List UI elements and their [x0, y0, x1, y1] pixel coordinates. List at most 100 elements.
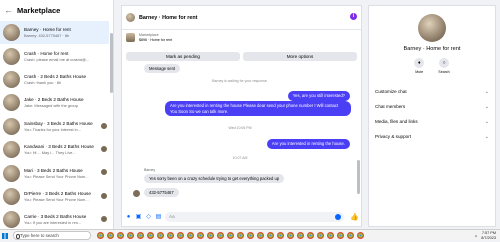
clock-time: 7:57 PM	[481, 231, 496, 235]
mic-icon[interactable]: ●	[125, 214, 132, 221]
chrome-icon[interactable]	[297, 232, 304, 239]
chrome-icon[interactable]	[187, 232, 194, 239]
emoji-icon[interactable]	[335, 214, 341, 220]
listing-thumbnail	[3, 117, 20, 135]
listing-summary[interactable]: Marketplace $896 · Home for rent	[122, 30, 361, 52]
message-composer: ● ▣ ◇ ▤ Aa 👍	[122, 208, 361, 226]
listing-price-title: $896 · Home for rent	[139, 38, 173, 42]
conversation-item[interactable]: Crash · 2 Beds 2 Baths House Crash: than…	[0, 68, 109, 91]
listing-thumbnail	[126, 33, 135, 42]
chrome-icon[interactable]	[197, 232, 204, 239]
windows-start-icon[interactable]	[0, 230, 10, 242]
conversation-item[interactable]: Barney · Home for rent Barney: 432-57754…	[0, 21, 109, 45]
conversation-item[interactable]: Mari · 3 Beds 2 Baths House You: Please …	[0, 161, 109, 184]
chat-header: Barney · Home for rent i	[122, 6, 361, 30]
chrome-icon[interactable]	[357, 232, 364, 239]
chat-title[interactable]: Barney · Home for rent	[139, 15, 197, 21]
chrome-icon[interactable]	[117, 232, 124, 239]
conversation-item[interactable]: Carrie · 3 Beds 2 Baths House You: If yo…	[0, 208, 109, 229]
conversation-item[interactable]: Sainsbay · 3 Beds 2 Baths House You: Tha…	[0, 115, 109, 138]
clock[interactable]: 7:57 PM 8/7/2023	[481, 231, 496, 240]
section-customize-chat[interactable]: Customize chat ⌄	[369, 84, 495, 99]
taskbar-search-input[interactable]: Type here to search	[13, 231, 91, 240]
section-privacy-support[interactable]: Privacy & support ⌄	[369, 129, 495, 144]
chevron-down-icon: ⌄	[484, 133, 489, 140]
conversation-item[interactable]: DrPierre · 3 Beds 2 Baths House You: Ple…	[0, 185, 109, 208]
conversation-title: Jake · 2 Beds 2 Baths House	[24, 97, 84, 103]
chrome-icon[interactable]	[347, 232, 354, 239]
mark-pending-button[interactable]: Mark as pending	[126, 52, 240, 61]
contact-name: Barney · Home for rent	[403, 46, 461, 52]
chrome-icon[interactable]	[157, 232, 164, 239]
seen-avatar	[101, 122, 107, 129]
taskbar-pinned-apps	[97, 232, 364, 239]
seen-avatar	[101, 216, 107, 223]
quick-actions: ♦ Mute ○ Search	[369, 58, 495, 74]
chrome-icon[interactable]	[207, 232, 214, 239]
sidebar-header: ← Marketplace	[0, 0, 113, 20]
chrome-icon[interactable]	[317, 232, 324, 239]
conversation-preview: You: Please Send Your Phone Num...	[24, 173, 89, 179]
seen-avatar	[101, 169, 107, 176]
gif-icon[interactable]: ▤	[155, 214, 162, 221]
chrome-icon[interactable]	[247, 232, 254, 239]
chrome-icon[interactable]	[107, 232, 114, 239]
speaker-icon[interactable]: ♫	[474, 234, 477, 238]
chrome-icon[interactable]	[137, 232, 144, 239]
thumbs-up-icon[interactable]: 👍	[350, 213, 359, 221]
chrome-icon[interactable]	[217, 232, 224, 239]
sidebar-scrollbar[interactable]	[110, 23, 113, 223]
chrome-icon[interactable]	[287, 232, 294, 239]
arrow-left-icon[interactable]: ←	[3, 5, 14, 16]
chrome-icon[interactable]	[267, 232, 274, 239]
message-bubble: Are you interested in renting the house …	[165, 101, 351, 117]
chrome-icon[interactable]	[177, 232, 184, 239]
conversation-preview: You: If you are interested in ren...	[24, 220, 82, 226]
section-chat-members[interactable]: Chat members ⌄	[369, 99, 495, 114]
message-bubble: Yes, are you still interested?	[287, 91, 350, 101]
seen-avatar	[101, 192, 107, 199]
conversation-item[interactable]: Kandwani · 3 Beds 2 Baths House You: Hi …	[0, 138, 109, 161]
timestamp: Wed 10:05 PM	[228, 126, 252, 130]
sticker-icon[interactable]: ◇	[145, 214, 152, 221]
listing-actions: Mark as pending More options	[122, 52, 361, 61]
info-icon[interactable]: i	[350, 13, 357, 20]
chevron-down-icon: ⌄	[484, 103, 489, 110]
avatar[interactable]	[126, 13, 135, 22]
chrome-icon[interactable]	[307, 232, 314, 239]
avatar[interactable]	[418, 14, 446, 42]
message-bubble: Are you interested in renting the house.	[266, 139, 350, 149]
search-label: Search	[438, 70, 450, 74]
chrome-icon[interactable]	[127, 232, 134, 239]
chat-scrollbar[interactable]	[357, 52, 360, 204]
listing-thumbnail	[3, 187, 20, 205]
message-thread: Message sent Barney is waiting for your …	[122, 64, 358, 207]
chrome-icon[interactable]	[167, 232, 174, 239]
conversation-item[interactable]: Jake · 2 Beds 2 Baths House Jake: Messag…	[0, 91, 109, 114]
search-button[interactable]: ○ Search	[438, 58, 450, 74]
chrome-icon[interactable]	[237, 232, 244, 239]
conversation-title: Barney · Home for rent	[24, 27, 71, 33]
conversation-list: Barney · Home for rent Barney: 432-57754…	[0, 21, 109, 229]
chrome-icon[interactable]	[257, 232, 264, 239]
chrome-icon[interactable]	[277, 232, 284, 239]
system-notice: Barney is waiting for your response.	[212, 79, 268, 83]
chrome-icon[interactable]	[227, 232, 234, 239]
conversation-title: Mari · 3 Beds 2 Baths House	[24, 167, 83, 173]
mute-button[interactable]: ♦ Mute	[414, 58, 425, 74]
sidebar-title: Marketplace	[17, 5, 61, 15]
more-options-button[interactable]: More options	[243, 52, 357, 61]
message-input[interactable]: Aa	[165, 212, 344, 222]
conversation-title: Crash · 2 Beds 2 Baths House	[24, 73, 87, 79]
image-icon[interactable]: ▣	[135, 214, 142, 221]
chat-panel: Barney · Home for rent i Marketplace $89…	[121, 5, 362, 227]
chrome-icon[interactable]	[337, 232, 344, 239]
mute-label: Mute	[415, 70, 424, 74]
listing-source: Marketplace	[139, 33, 159, 37]
chrome-icon[interactable]	[327, 232, 334, 239]
conversation-item[interactable]: Crash · Home for rent Crash: please emai…	[0, 44, 109, 67]
chrome-icon[interactable]	[147, 232, 154, 239]
system-tray: ♫ 7:57 PM 8/7/2023	[474, 231, 496, 240]
chrome-icon[interactable]	[97, 232, 104, 239]
section-media-files-links[interactable]: Media, files and links ⌄	[369, 114, 495, 129]
